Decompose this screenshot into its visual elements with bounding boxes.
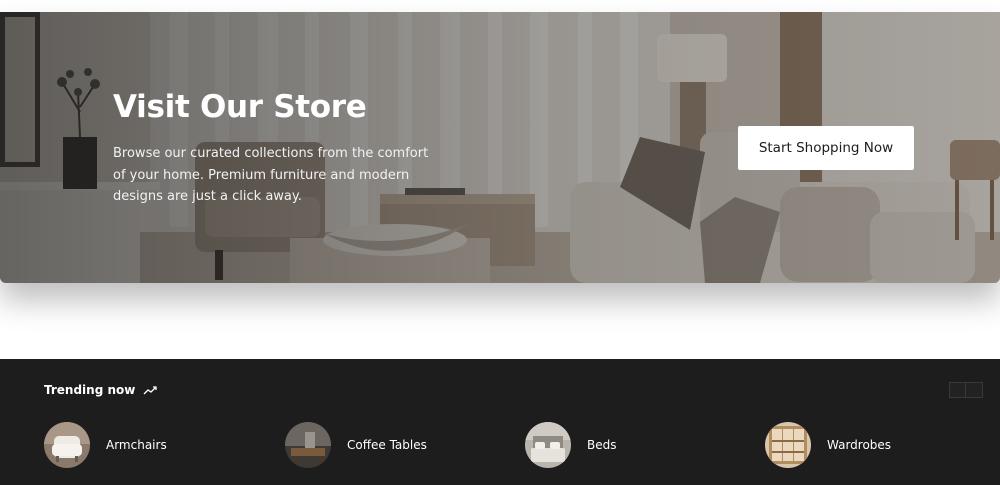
armchair-thumbnail	[44, 422, 90, 468]
hero-title: Visit Our Store	[113, 89, 367, 125]
trending-item-armchairs[interactable]: Armchairs	[44, 422, 167, 468]
arrow-left-icon[interactable]	[949, 382, 966, 398]
trending-header: Trending now	[44, 383, 158, 397]
trending-title: Trending now	[44, 383, 136, 397]
trending-section: Trending now Armchairs Coffee Tables Bed…	[0, 359, 1000, 485]
arrow-right-icon[interactable]	[966, 382, 983, 398]
store-hero-banner: Visit Our Store Browse our curated colle…	[0, 12, 1000, 283]
trending-up-icon	[143, 386, 158, 395]
trending-item-label: Beds	[587, 438, 617, 452]
trending-item-label: Armchairs	[106, 438, 167, 452]
coffee-table-thumbnail	[285, 422, 331, 468]
trending-item-coffee-tables[interactable]: Coffee Tables	[285, 422, 427, 468]
trending-item-label: Coffee Tables	[347, 438, 427, 452]
trending-item-label: Wardrobes	[827, 438, 892, 452]
start-shopping-button[interactable]: Start Shopping Now	[738, 126, 914, 170]
page: Visit Our Store Browse our curated colle…	[0, 0, 1000, 485]
wardrobe-thumbnail	[765, 422, 811, 468]
trending-carousel-nav	[949, 382, 983, 398]
trending-item-beds[interactable]: Beds	[525, 422, 616, 468]
trending-item-wardrobes[interactable]: Wardrobes	[765, 422, 891, 468]
bed-thumbnail	[525, 422, 571, 468]
hero-description: Browse our curated collections from the …	[113, 146, 429, 204]
